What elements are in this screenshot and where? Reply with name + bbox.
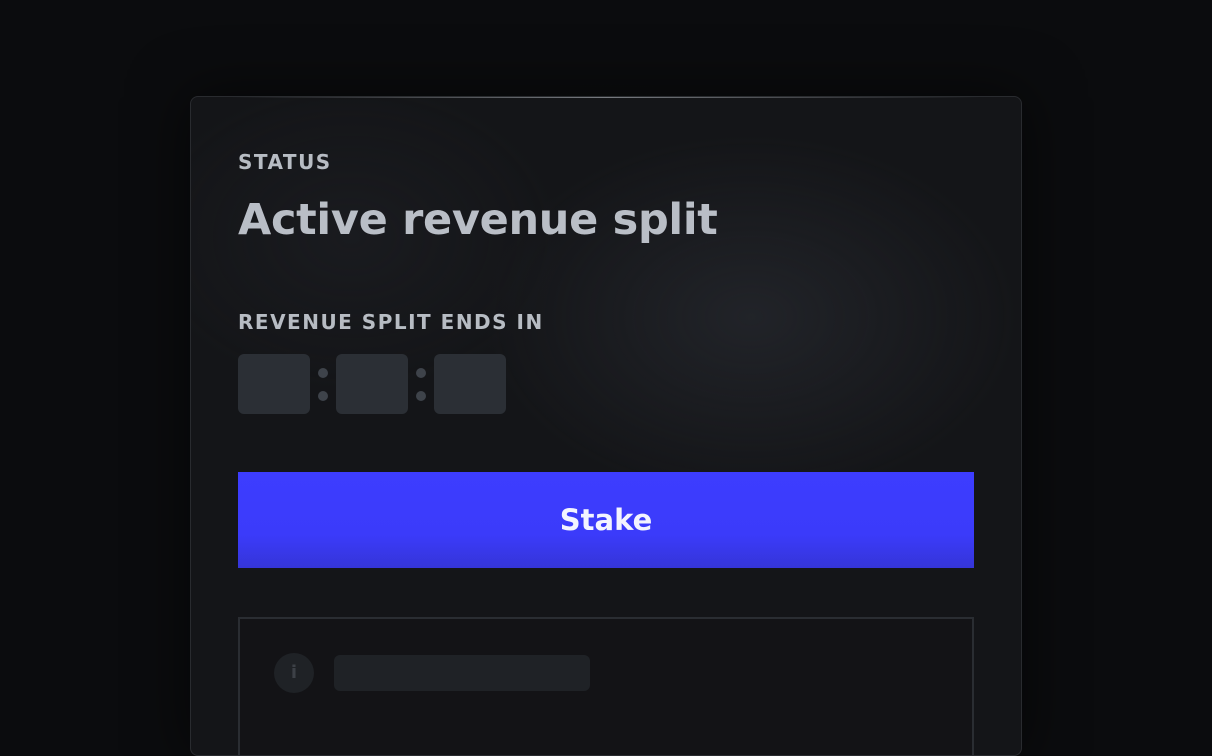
countdown-hours-skeleton: [238, 354, 310, 414]
revenue-split-card: STATUS Active revenue split REVENUE SPLI…: [190, 96, 1022, 756]
countdown-minutes-skeleton: [336, 354, 408, 414]
info-icon: i: [274, 653, 314, 693]
stake-button[interactable]: Stake: [238, 472, 974, 568]
countdown-label: REVENUE SPLIT ENDS IN: [238, 310, 544, 334]
info-text-skeleton: [334, 655, 590, 691]
countdown-seconds-skeleton: [434, 354, 506, 414]
status-label: STATUS: [238, 150, 332, 174]
countdown-timer: [238, 354, 506, 414]
countdown-separator: [408, 354, 434, 414]
status-value: Active revenue split: [238, 195, 718, 245]
info-panel: i: [238, 617, 974, 755]
countdown-separator: [310, 354, 336, 414]
